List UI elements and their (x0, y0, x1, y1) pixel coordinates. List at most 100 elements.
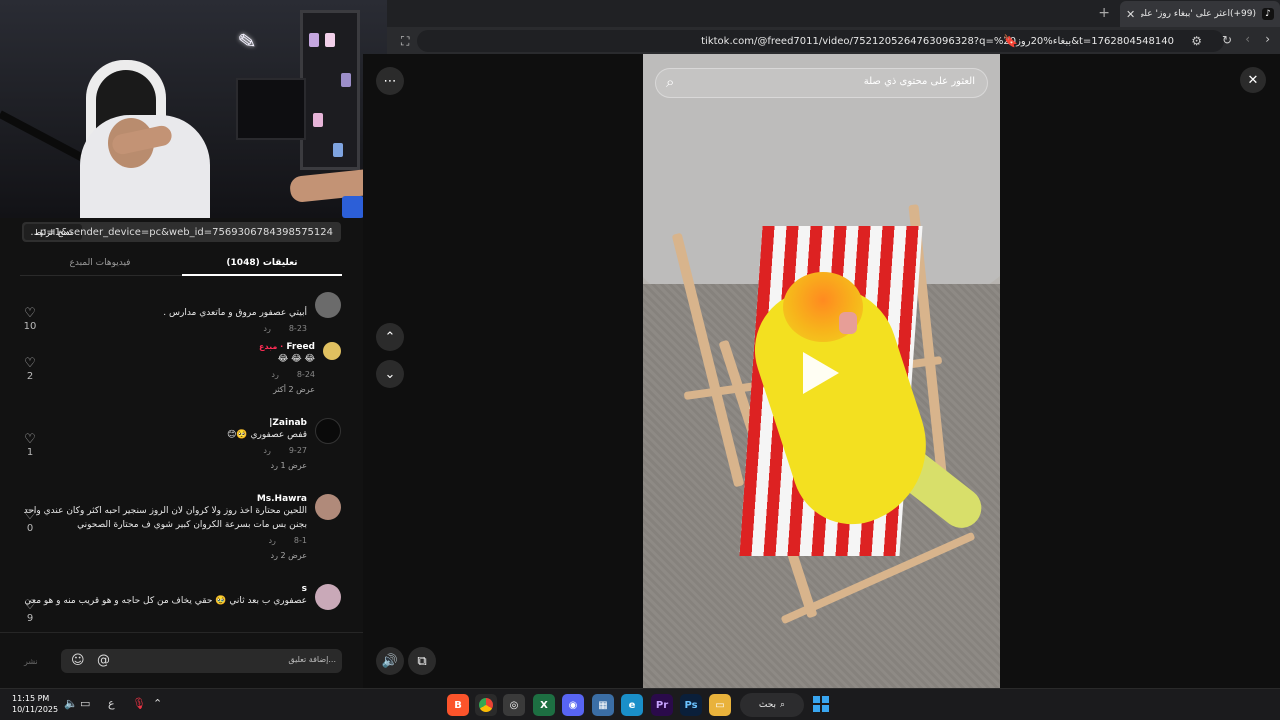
taskbar: 11:15 PM 10/11/2025 🔈 ▭ ع 🎙 ⌃ B ◎ X ◉ ▦ … (0, 688, 1280, 720)
comment-input[interactable]: إضافة تعليق... ☺ @ (61, 649, 342, 673)
discord-icon[interactable]: ◉ (562, 694, 584, 716)
emoji-icon[interactable]: ☺ (71, 653, 85, 668)
extension-icon[interactable]: ⛶ (401, 34, 409, 49)
close-video-icon[interactable]: ✕ (1240, 67, 1266, 93)
reply-button[interactable]: رد (268, 536, 275, 545)
like-control: ♡ 0 (20, 508, 40, 534)
comment-text: عصفوري ب بعد ثاني 🥹 حقي يخاف من كل حاجه … (24, 596, 307, 606)
copy-link-bar: نسخ الرابط ...p=1&sender_device=pc&web_i… (22, 222, 341, 242)
view-replies[interactable]: عرض 2 رد (21, 551, 307, 560)
heart-icon[interactable]: ♡ (20, 306, 40, 321)
heart-icon[interactable]: ♡ (20, 598, 40, 613)
reply-button[interactable]: رد (263, 446, 270, 455)
windows-start-icon[interactable] (813, 696, 829, 712)
tab-title: (99+)اعثر على 'ببغاء روز' على TikTok (1141, 9, 1256, 19)
comment-username[interactable]: Zainab| (21, 418, 307, 428)
back-icon[interactable]: ‹ (1245, 32, 1250, 46)
avatar[interactable] (315, 494, 341, 520)
previous-video-icon[interactable]: ⌃ (376, 323, 404, 351)
neon-sign: ✎ (236, 28, 259, 57)
photoshop-icon[interactable]: Ps (680, 694, 702, 716)
comment-composer: نشر إضافة تعليق... ☺ @ (0, 632, 363, 688)
panel-tabs: فيديوهات المبدع تعليقات (1048) (20, 252, 342, 276)
like-count: 1 (26, 447, 34, 458)
tab-creator-videos[interactable]: فيديوهات المبدع (20, 252, 180, 276)
tiktok-favicon-icon: ♪ (1262, 8, 1274, 20)
reply-username[interactable]: Freed (286, 342, 315, 352)
clock[interactable]: 11:15 PM 10/11/2025 (12, 693, 58, 715)
forward-icon[interactable]: › (1265, 32, 1270, 46)
browser-tab[interactable]: ♪ (99+)اعثر على 'ببغاء روز' على TikTok ✕ (1120, 1, 1280, 27)
tab-comments[interactable]: تعليقات (1048) (182, 252, 342, 276)
heart-icon[interactable]: ♡ (20, 356, 40, 371)
avatar[interactable] (315, 584, 341, 610)
tray-overflow-icon[interactable]: ⌃ (153, 697, 162, 710)
address-bar: ⛶ tiktok.com/@freed7011/video/7521205264… (387, 27, 1280, 54)
file-explorer-icon[interactable]: ▭ (709, 694, 731, 716)
volume-icon[interactable]: 🔊 (376, 647, 404, 675)
brave-icon[interactable]: B (447, 694, 469, 716)
avatar[interactable] (315, 292, 341, 318)
related-search-placeholder: العثور على محتوى ذي صلة (863, 76, 975, 87)
like-count: 9 (26, 613, 34, 624)
like-count: 10 (23, 321, 37, 332)
bookmark-icon[interactable]: 🔖 (1003, 34, 1018, 48)
monitor-app-icon[interactable]: ▦ (592, 694, 614, 716)
comment-text: 😂 😂 😂 (277, 354, 315, 364)
monitor (236, 78, 306, 140)
related-search-input[interactable]: العثور على محتوى ذي صلة ⌕ (655, 68, 988, 98)
speaker-icon[interactable]: 🔈 (64, 697, 78, 710)
input-language[interactable]: ع (108, 697, 115, 710)
comment-item: Ms.Hawra اللحين محتارة اخذ روز ولا كروان… (21, 494, 341, 574)
heart-icon[interactable]: ♡ (20, 508, 40, 523)
mention-icon[interactable]: @ (97, 653, 110, 668)
site-settings-icon[interactable]: ⚙ (1191, 34, 1202, 48)
reply-button[interactable]: رد (271, 370, 278, 379)
webcam-overlay: ✎ (0, 0, 387, 218)
network-icon[interactable]: ▭ (80, 697, 90, 710)
reload-icon[interactable]: ↻ (1222, 33, 1232, 47)
clock-date: 10/11/2025 (12, 705, 59, 714)
pip-icon[interactable]: ⧉ (408, 647, 436, 675)
view-more-replies[interactable]: عرض 2 أكثر (51, 385, 315, 394)
heart-icon[interactable]: ♡ (20, 432, 40, 447)
url-field[interactable]: tiktok.com/@freed7011/video/752120526476… (417, 30, 1224, 52)
excel-icon[interactable]: X (533, 694, 555, 716)
taskbar-search[interactable]: بحث ⌕ (740, 693, 804, 717)
search-icon[interactable]: ⌕ (666, 73, 674, 91)
search-icon: ⌕ (780, 700, 786, 710)
more-options-icon[interactable]: ⋯ (376, 67, 404, 95)
video-player[interactable]: العثور على محتوى ذي صلة ⌕ (643, 54, 1000, 688)
play-icon[interactable] (803, 352, 839, 394)
video-stage: ⋯ ⌃ ⌄ 🔊 ⧉ ✕ العثور على محتوى ذي صلة ⌕ (363, 54, 1280, 688)
like-control: ♡ 1 (20, 432, 40, 458)
microphone-icon[interactable]: 🎙 (132, 697, 146, 710)
comment-item: Zainab| قفص عصفوري 🥺😊 9-27 رد عرض 1 رد (21, 418, 341, 480)
comments-panel: نسخ الرابط ...p=1&sender_device=pc&web_i… (0, 218, 363, 688)
avatar[interactable] (315, 418, 341, 444)
post-button[interactable]: نشر (24, 657, 38, 666)
view-replies[interactable]: عرض 1 رد (21, 461, 307, 470)
premiere-icon[interactable]: Pr (651, 694, 673, 716)
reply-button[interactable]: رد (263, 324, 270, 333)
next-video-icon[interactable]: ⌄ (376, 360, 404, 388)
new-tab-button[interactable]: + (1098, 5, 1110, 21)
comment-date: 8-23 (288, 324, 307, 333)
obs-icon[interactable]: ◎ (503, 694, 525, 716)
comment-date: 9-27 (288, 446, 307, 455)
comment-username[interactable]: s (21, 584, 307, 594)
chrome-icon[interactable] (475, 694, 497, 716)
clock-time: 11:15 PM (12, 694, 50, 703)
close-tab-icon[interactable]: ✕ (1126, 8, 1135, 21)
taskbar-search-label: بحث (758, 700, 777, 710)
screen: + ♪ (99+)اعثر على 'ببغاء روز' على TikTok… (0, 0, 1280, 720)
url-text: tiktok.com/@freed7011/video/752120526476… (701, 35, 1174, 47)
avatar[interactable] (323, 342, 341, 360)
share-link-text: ...p=1&sender_device=pc&web_id=756930678… (30, 226, 333, 238)
comment-item: s عصفوري ب بعد ثاني 🥹 حقي يخاف من كل حاج… (21, 584, 341, 630)
comment-username[interactable]: Ms.Hawra (21, 494, 307, 504)
creator-badge: · مبدع (259, 342, 284, 351)
comment-text: قفص عصفوري 🥺😊 (227, 430, 307, 440)
edge-icon[interactable]: e (621, 694, 643, 716)
like-control: ♡ 2 (20, 356, 40, 382)
